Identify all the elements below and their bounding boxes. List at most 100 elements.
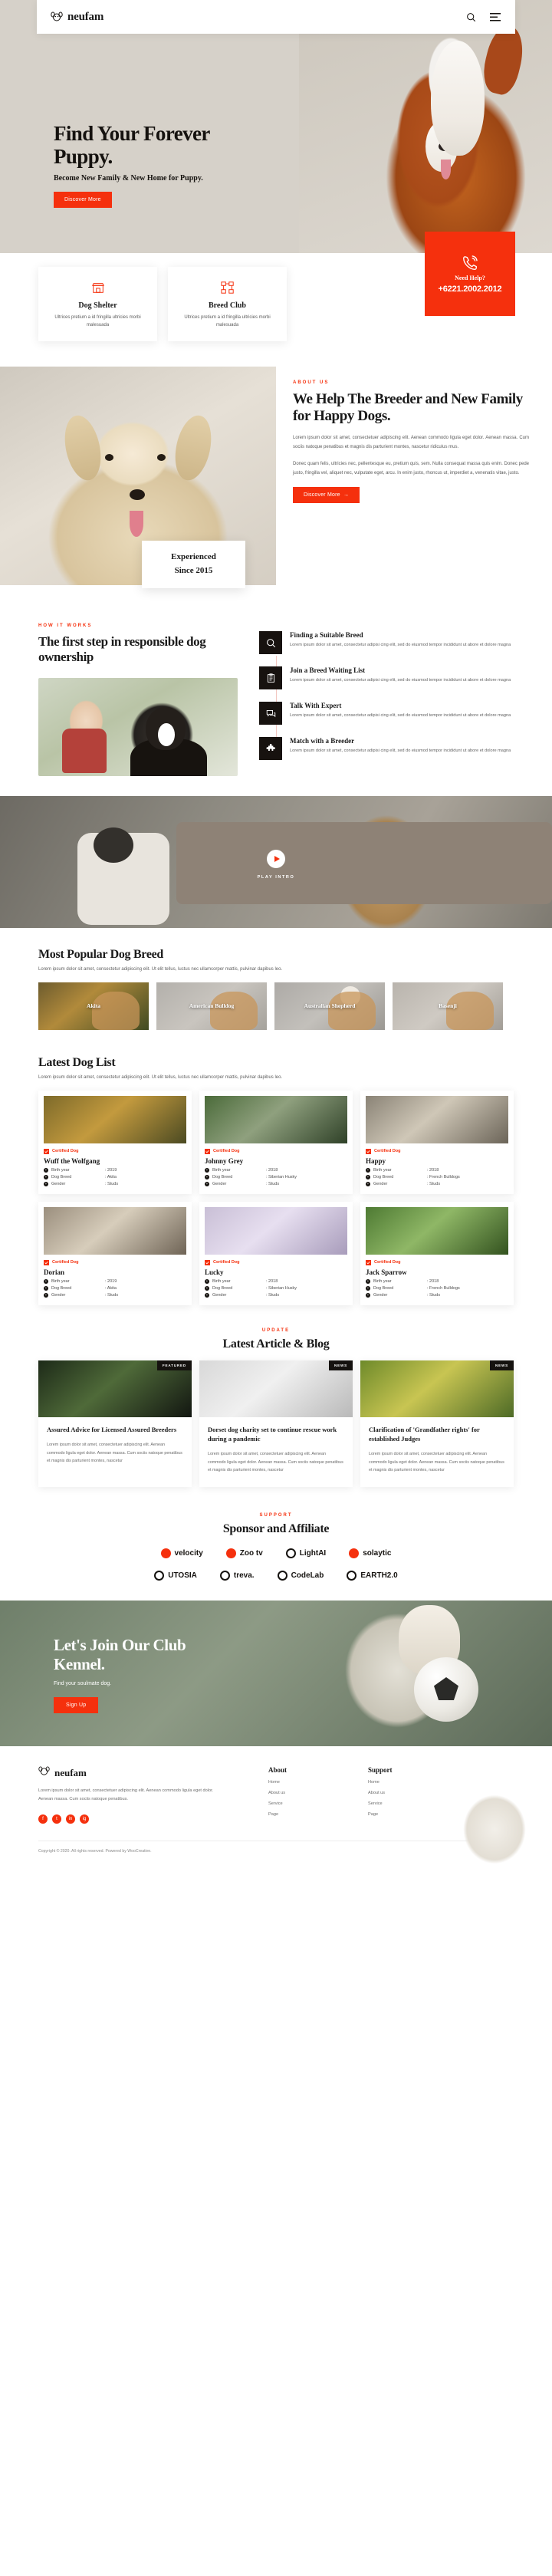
- attr-value: : French Bulldogs: [427, 1174, 460, 1179]
- certified-badge: Certified Dog: [44, 1148, 186, 1154]
- footer-link[interactable]: Page: [268, 1812, 368, 1817]
- attr-label: Birth year: [373, 1278, 392, 1284]
- check-icon: [205, 1148, 210, 1154]
- step-desc: Lorem ipsum dolor sit amet, consectetur …: [290, 748, 511, 753]
- footer-link[interactable]: Service: [268, 1801, 368, 1806]
- blog-card[interactable]: NEWS Clarification of 'Grandfather rights…: [360, 1360, 514, 1487]
- dog-tongue: [440, 159, 451, 179]
- breed-card[interactable]: Akita: [38, 982, 149, 1030]
- sponsor-logo[interactable]: treva.: [219, 1571, 255, 1581]
- sign-up-button[interactable]: Sign Up: [54, 1696, 99, 1713]
- blog-photo: FEATURED: [38, 1360, 192, 1417]
- dog-card[interactable]: Certified Dog Dorian + Birth year: 2019 + Dog…: [38, 1201, 192, 1305]
- sponsor-logo[interactable]: EARTH2.0: [347, 1571, 398, 1581]
- footer-link[interactable]: Home: [268, 1780, 368, 1785]
- breed-name: American Bulldog: [189, 1002, 235, 1009]
- dog-name: Johnny Grey: [205, 1156, 244, 1165]
- sponsor-logo[interactable]: velocity: [160, 1548, 203, 1558]
- blog-tag: FEATURED: [156, 1360, 192, 1370]
- social-icon-f[interactable]: f: [38, 1814, 48, 1824]
- hero-title: Find Your Forever Puppy.: [54, 122, 314, 168]
- dog-attr-gender: + Gender: Studs: [44, 1292, 186, 1298]
- plus-icon: +: [205, 1174, 209, 1179]
- sponsor-logo[interactable]: solaytic: [349, 1548, 391, 1558]
- service-card-dog-shelter[interactable]: Dog Shelter Ultrices pretium a id fringi…: [38, 267, 157, 342]
- attr-value: : Studs: [266, 1292, 280, 1298]
- dog-photo: [205, 1095, 347, 1143]
- certified-label: Certified Dog: [213, 1149, 240, 1154]
- step-item[interactable]: Finding a Suitable Breed Lorem ipsum dol…: [259, 631, 529, 654]
- step-item[interactable]: Match with a Breeder Lorem ipsum dolor s…: [259, 737, 529, 760]
- about-title: We Help The Breeder and New Family for H…: [293, 391, 523, 425]
- footer-brand[interactable]: neufam: [38, 1766, 268, 1779]
- hero-dog-photo: [299, 0, 552, 253]
- sponsor-name: Zoo tv: [239, 1549, 263, 1558]
- plus-icon: +: [205, 1167, 209, 1173]
- attr-value: : Siberian Husky: [266, 1174, 297, 1179]
- about-paragraph-2: Donec quam felis, ultricies nec, pellent…: [293, 461, 529, 475]
- cta-subtitle: Find your soulmate dog.: [54, 1680, 112, 1686]
- dog-card[interactable]: Certified Dog Lucky + Birth year: 2018 + Dog …: [199, 1201, 353, 1305]
- sponsor-logo[interactable]: LightAI: [285, 1548, 326, 1558]
- attr-value: : Akita: [105, 1285, 117, 1291]
- hero-content: Find Your Forever Puppy. Become New Fami…: [54, 122, 314, 209]
- sponsor-logo[interactable]: UTOSIA: [154, 1571, 197, 1581]
- sponsor-row-1: velocity Zoo tv LightAI solaytic: [38, 1548, 514, 1558]
- certified-badge: Certified Dog: [366, 1259, 508, 1265]
- attr-value: : Studs: [427, 1292, 441, 1298]
- dog-card[interactable]: Certified Dog Happy + Birth year: 2018 + Dog …: [360, 1090, 514, 1194]
- footer-link[interactable]: About us: [268, 1791, 368, 1795]
- step-item[interactable]: Talk With Expert Lorem ipsum dolor sit a…: [259, 702, 529, 725]
- dot-icon: [349, 1548, 360, 1558]
- service-title: Dog Shelter: [78, 301, 117, 310]
- footer-dog-photo: [437, 1772, 552, 1865]
- play-icon[interactable]: [267, 850, 285, 869]
- search-icon[interactable]: [465, 11, 477, 23]
- service-card-breed-club[interactable]: Breed Club Ultrices pretium a id fringil…: [168, 267, 287, 342]
- social-icon-in[interactable]: in: [66, 1814, 75, 1824]
- certified-badge: Certified Dog: [205, 1259, 347, 1265]
- plus-icon: +: [205, 1285, 209, 1291]
- dog-name: Wuff the Wolfgang: [44, 1156, 100, 1165]
- certified-label: Certified Dog: [374, 1260, 401, 1265]
- play-intro-label: PLAY INTRO: [257, 874, 295, 880]
- breed-card[interactable]: Basenji: [393, 982, 503, 1030]
- social-icon-t[interactable]: t: [52, 1814, 61, 1824]
- blog-title: Clarification of 'Grandfather rights' fo…: [369, 1425, 480, 1443]
- blog-title: Assured Advice for Licensed Assured Bree…: [47, 1425, 177, 1433]
- about-discover-label: Discover More: [304, 492, 340, 498]
- dog-card[interactable]: Certified Dog Jack Sparrow + Birth year: 20…: [360, 1201, 514, 1305]
- dog-attributes: + Birth year: 2018 + Dog Breed: Siberian Hu…: [205, 1278, 347, 1298]
- sponsor-name: EARTH2.0: [360, 1571, 398, 1580]
- dog-card[interactable]: Certified Dog Wuff the Wolfgang + Birth yea…: [38, 1090, 192, 1194]
- attr-value: : 2018: [266, 1278, 278, 1284]
- dog-attributes: + Birth year: 2019 + Dog Breed: Akita + Gende…: [44, 1278, 186, 1298]
- about-discover-button[interactable]: Discover More →: [293, 486, 360, 503]
- store-icon: [48, 279, 148, 296]
- attr-value: : Akita: [105, 1174, 117, 1179]
- need-help-card[interactable]: Need Help? +6221.2002.2012: [425, 232, 515, 316]
- dog-attributes: + Birth year: 2018 + Dog Breed: French Bull…: [366, 1167, 508, 1186]
- soccer-ball-icon: [414, 1657, 478, 1722]
- step-desc: Lorem ipsum dolor sit amet, consectetur …: [290, 713, 511, 718]
- certified-label: Certified Dog: [52, 1149, 79, 1154]
- dog-attr-breed: + Dog Breed: Akita: [44, 1285, 186, 1291]
- breed-card[interactable]: American Bulldog: [156, 982, 267, 1030]
- hamburger-menu-icon[interactable]: [489, 11, 501, 23]
- blog-excerpt: Lorem ipsum dolor sit amet, consectetuer…: [47, 1443, 182, 1464]
- dog-cards: Certified Dog Wuff the Wolfgang + Birth yea…: [38, 1090, 514, 1305]
- sponsor-logo[interactable]: CodeLab: [277, 1571, 324, 1581]
- blog-card[interactable]: NEWS Dorset dog charity set to continue r…: [199, 1360, 353, 1487]
- certified-label: Certified Dog: [52, 1260, 79, 1265]
- step-item[interactable]: Join a Breed Waiting List Lorem ipsum do…: [259, 666, 529, 689]
- blog-card[interactable]: FEATURED Assured Advice for Licensed Assu…: [38, 1360, 192, 1487]
- services-section: Dog Shelter Ultrices pretium a id fringi…: [0, 232, 552, 353]
- sponsor-logo[interactable]: Zoo tv: [225, 1548, 263, 1558]
- social-icon-ig[interactable]: ig: [80, 1814, 89, 1824]
- brand-logo[interactable]: neufam: [51, 11, 104, 24]
- video-banner[interactable]: PLAY INTRO: [0, 795, 552, 928]
- dog-card[interactable]: Certified Dog Johnny Grey + Birth year: 201…: [199, 1090, 353, 1194]
- dog-name: Lucky: [205, 1268, 224, 1276]
- hero-discover-button[interactable]: Discover More: [54, 192, 112, 209]
- breed-card[interactable]: Australian Shepherd: [274, 982, 385, 1030]
